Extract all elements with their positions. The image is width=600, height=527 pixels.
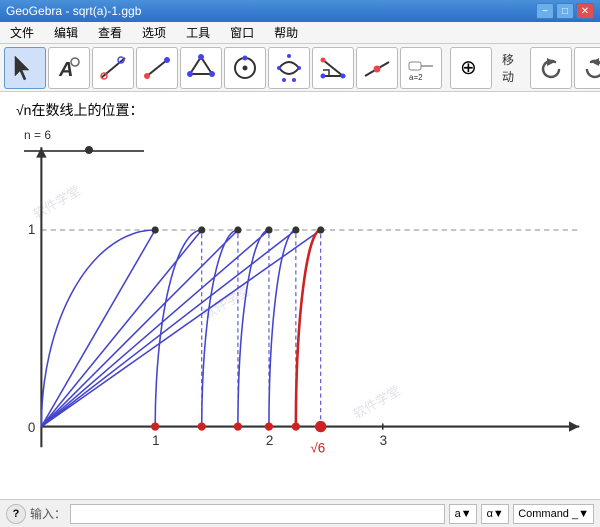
redo-icon bbox=[581, 54, 600, 82]
menu-tools[interactable]: 工具 bbox=[180, 22, 216, 43]
menu-help[interactable]: 帮助 bbox=[268, 22, 304, 43]
alpha-dropdown[interactable]: α ▼ bbox=[481, 504, 509, 524]
menu-options[interactable]: 选项 bbox=[136, 22, 172, 43]
angle-icon bbox=[319, 54, 347, 82]
svg-text:√6: √6 bbox=[310, 440, 325, 455]
svg-text:2: 2 bbox=[266, 433, 273, 448]
cursor-icon bbox=[11, 54, 39, 82]
help-icon: ? bbox=[13, 508, 20, 520]
close-button[interactable]: ✕ bbox=[576, 3, 594, 19]
help-button[interactable]: ? bbox=[6, 504, 26, 524]
point-tool[interactable] bbox=[356, 47, 398, 89]
move-graphic-tool[interactable]: ⊕ bbox=[450, 47, 492, 89]
maximize-button[interactable]: □ bbox=[556, 3, 574, 19]
command-dropdown[interactable]: Command _ ▼ bbox=[513, 504, 594, 524]
menu-edit[interactable]: 编辑 bbox=[48, 22, 84, 43]
slider-icon: a=2 bbox=[407, 54, 435, 82]
graph-svg: 1 2 3 0 1 bbox=[0, 92, 600, 499]
cursor-tool[interactable] bbox=[4, 47, 46, 89]
circle-tool[interactable] bbox=[224, 47, 266, 89]
svg-text:a=2: a=2 bbox=[409, 73, 423, 82]
line-icon bbox=[99, 54, 127, 82]
undo-icon bbox=[537, 54, 565, 82]
circle-icon bbox=[231, 54, 259, 82]
angle-tool[interactable] bbox=[312, 47, 354, 89]
alpha-arrow: ▼ bbox=[493, 508, 504, 520]
window-controls: − □ ✕ bbox=[536, 3, 594, 19]
command-label: Command _ bbox=[518, 508, 578, 520]
svg-text:1: 1 bbox=[28, 222, 35, 237]
line-tool[interactable] bbox=[92, 47, 134, 89]
text-tool[interactable]: A bbox=[48, 47, 90, 89]
superscript-dropdown[interactable]: a ▼ bbox=[449, 504, 477, 524]
app-title: GeoGebra - sqrt(a)-1.ggb bbox=[6, 4, 141, 18]
command-input[interactable] bbox=[70, 504, 445, 524]
menu-view[interactable]: 查看 bbox=[92, 22, 128, 43]
status-bar: ? 输入： a ▼ α ▼ Command _ ▼ bbox=[0, 499, 600, 527]
toolbar: A bbox=[0, 44, 600, 92]
undo-button[interactable] bbox=[530, 47, 572, 89]
text-icon: A bbox=[55, 54, 83, 82]
command-arrow: ▼ bbox=[578, 508, 589, 520]
canvas-area[interactable]: √n在数线上的位置： n = 6 软件学堂 软件学堂 软件学堂 1 bbox=[0, 92, 600, 499]
title-bar: GeoGebra - sqrt(a)-1.ggb − □ ✕ bbox=[0, 0, 600, 22]
main-area: √n在数线上的位置： n = 6 软件学堂 软件学堂 软件学堂 1 bbox=[0, 92, 600, 499]
svg-text:⊕: ⊕ bbox=[460, 57, 477, 79]
menu-bar: 文件 编辑 查看 选项 工具 窗口 帮助 bbox=[0, 22, 600, 44]
conic-icon bbox=[275, 54, 303, 82]
conic-tool[interactable] bbox=[268, 47, 310, 89]
minimize-button[interactable]: − bbox=[536, 3, 554, 19]
superscript-arrow: ▼ bbox=[461, 508, 472, 520]
svg-text:0: 0 bbox=[28, 420, 35, 435]
slider-tool[interactable]: a=2 bbox=[400, 47, 442, 89]
move-tool-label: 移动 bbox=[494, 51, 522, 85]
polygon-icon bbox=[187, 54, 215, 82]
segment-icon bbox=[143, 54, 171, 82]
polygon-tool[interactable] bbox=[180, 47, 222, 89]
menu-window[interactable]: 窗口 bbox=[224, 22, 260, 43]
input-label: 输入： bbox=[30, 505, 66, 522]
move-graphic-icon: ⊕ bbox=[457, 54, 485, 82]
svg-text:3: 3 bbox=[380, 433, 387, 448]
point-icon bbox=[363, 54, 391, 82]
menu-file[interactable]: 文件 bbox=[4, 22, 40, 43]
svg-text:1: 1 bbox=[152, 433, 159, 448]
redo-button[interactable] bbox=[574, 47, 600, 89]
segment-tool[interactable] bbox=[136, 47, 178, 89]
